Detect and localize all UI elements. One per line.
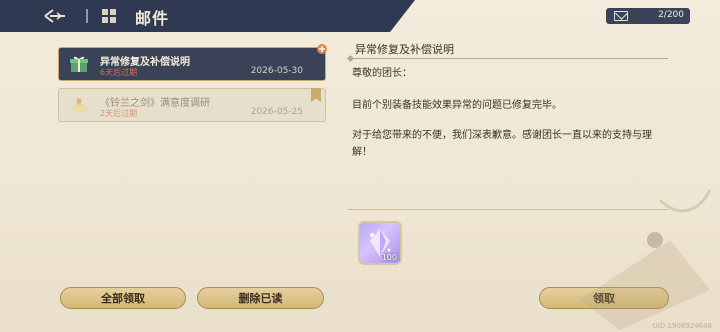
- mail-paragraph: 目前个别装备技能效果异常的问题已修复完毕。: [352, 100, 562, 111]
- delete-read-button[interactable]: 删除已读: [197, 287, 324, 309]
- mail-subject: 异常修复及补偿说明: [100, 57, 190, 68]
- bookmark-icon: [311, 88, 321, 102]
- back-button[interactable]: [42, 6, 68, 26]
- survey-icon: [71, 98, 87, 112]
- mail-detail-title: 异常修复及补偿说明: [355, 43, 454, 56]
- mail-count-text: 2/200: [658, 10, 684, 20]
- mail-list-item[interactable]: 异常修复及补偿说明 6天后过期 2026-05-30: [58, 44, 327, 81]
- mail-paragraph: 对于给您带来的不便，我们深表歉意。感谢团长一直以来的支持与理解！: [352, 130, 652, 158]
- mail-expire: 6天后过期: [100, 68, 138, 77]
- envelope-icon: [614, 11, 628, 21]
- mail-category-icon: [102, 9, 116, 23]
- new-badge-icon: [317, 44, 327, 54]
- claim-all-button[interactable]: 全部领取: [60, 287, 186, 309]
- uid-label: UID 1908924648: [652, 322, 712, 330]
- page-title: 邮件: [135, 9, 170, 28]
- mail-subject: 《铃兰之剑》满意度调研: [100, 98, 210, 109]
- reward-item[interactable]: 100: [358, 221, 402, 265]
- mail-list-item[interactable]: 《铃兰之剑》满意度调研 2天后过期 2026-05-25: [58, 88, 326, 122]
- mail-expire: 2天后过期: [100, 109, 138, 118]
- mail-date: 2026-05-25: [250, 107, 303, 117]
- back-arrow-icon: [44, 9, 65, 23]
- background-decoration: [580, 189, 712, 330]
- mail-date: 2026-05-30: [250, 66, 303, 76]
- mail-count-badge: 2/200: [606, 8, 690, 24]
- detail-divider: [348, 58, 668, 59]
- mail-greeting: 尊敬的团长：: [352, 68, 412, 79]
- reward-quantity: 100: [381, 253, 397, 262]
- top-bar: 邮件 2/200: [0, 0, 720, 32]
- header-divider: [86, 9, 88, 23]
- gift-icon: [70, 56, 88, 72]
